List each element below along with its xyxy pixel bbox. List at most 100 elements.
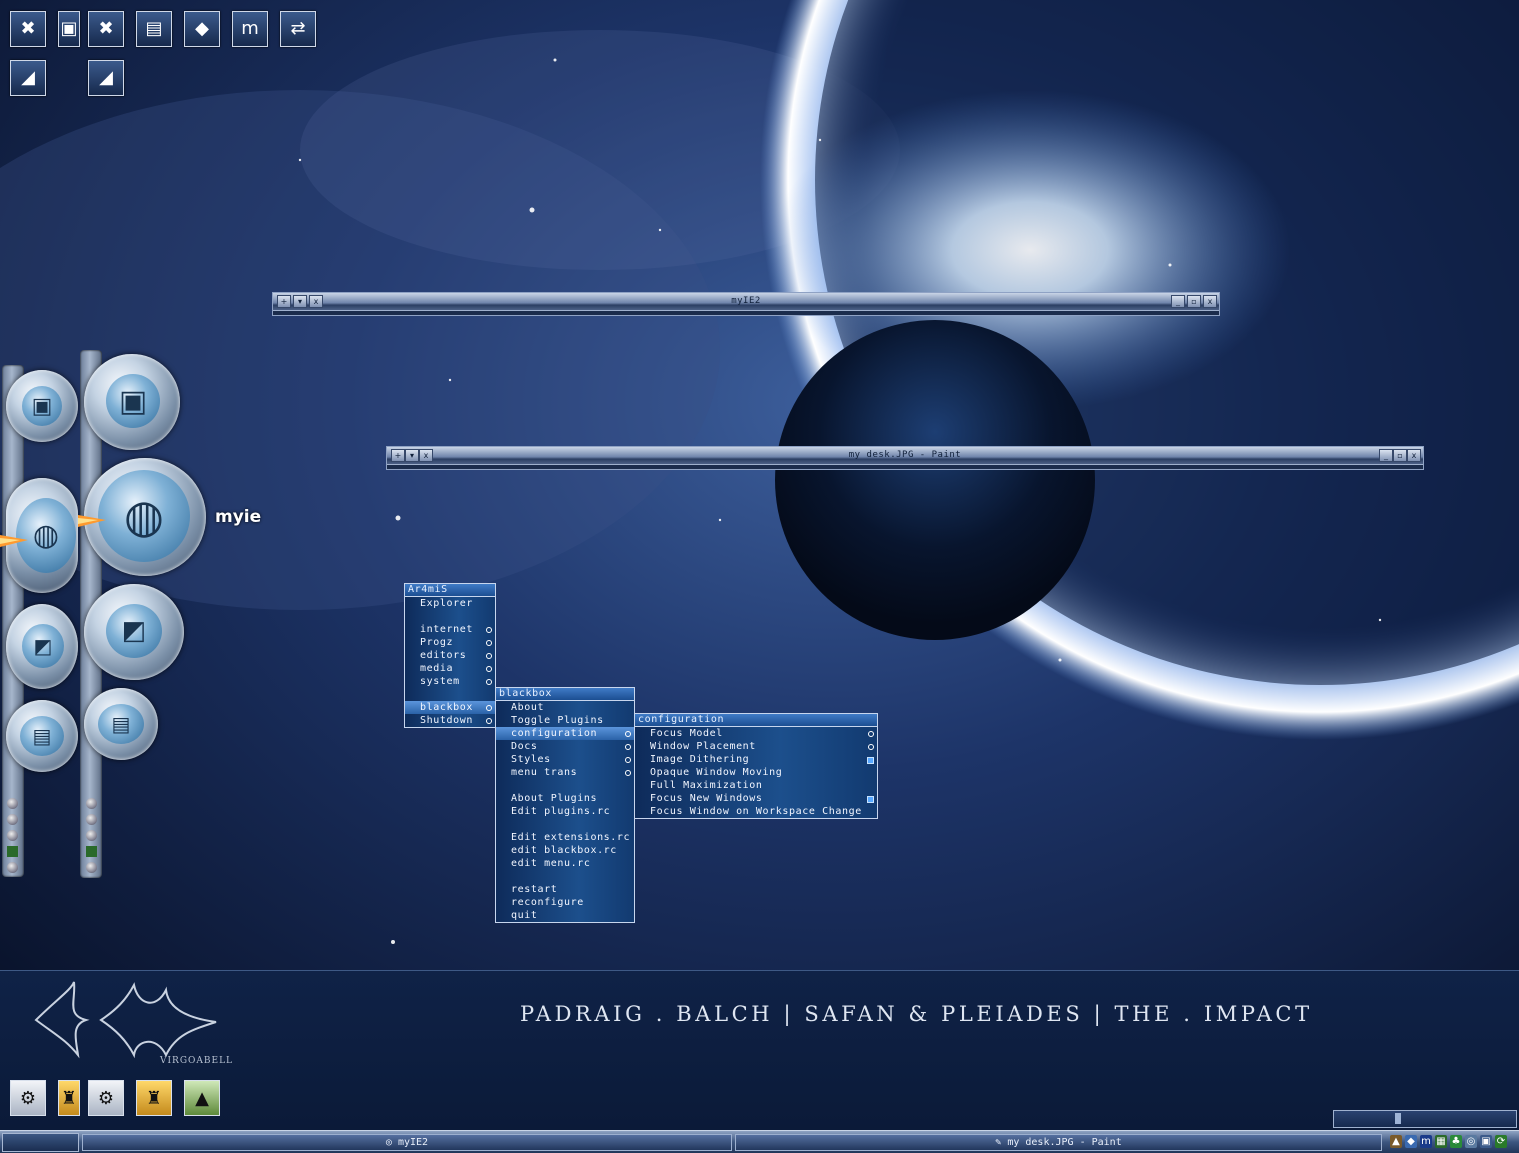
- close-button[interactable]: x: [1203, 295, 1217, 308]
- menu-item-edit-blackbox-rc[interactable]: edit blackbox.rc: [496, 844, 634, 857]
- dolphin-icon[interactable]: ◢: [88, 60, 124, 96]
- volume-slider-knob[interactable]: [1395, 1113, 1401, 1124]
- window-handle[interactable]: [273, 310, 1219, 315]
- clapper-icon: ▤: [98, 704, 144, 744]
- dock-tool-button[interactable]: [86, 814, 97, 825]
- menu-item-editors[interactable]: editors: [405, 649, 495, 662]
- menu-item-edit-menu-rc[interactable]: edit menu.rc: [496, 857, 634, 870]
- counter-strike-icon[interactable]: ♜: [58, 1080, 80, 1116]
- dock-web-button[interactable]: ◩: [6, 604, 78, 689]
- window-dropdown-button[interactable]: ▾: [405, 449, 419, 462]
- menu-item-toggle-plugins[interactable]: Toggle Plugins: [496, 714, 634, 727]
- tray-icon[interactable]: ◎: [1465, 1135, 1477, 1148]
- menu-item-explorer[interactable]: Explorer: [405, 597, 495, 610]
- dock-tool-button[interactable]: [7, 830, 18, 841]
- window-menu-button[interactable]: +: [391, 449, 405, 462]
- tray-icon[interactable]: ▲: [1390, 1135, 1402, 1148]
- menu-item-about-plugins[interactable]: About Plugins: [496, 792, 634, 805]
- xfire-icon[interactable]: ✖: [10, 11, 46, 47]
- sync-icon[interactable]: ⇄: [280, 11, 316, 47]
- window-dropdown-button[interactable]: ▾: [293, 295, 307, 308]
- tray-icon[interactable]: ♣: [1450, 1135, 1462, 1148]
- stone-icon[interactable]: ◆: [184, 11, 220, 47]
- workspace-button[interactable]: [2, 1133, 79, 1152]
- myie2-window[interactable]: myIE2 + ▾ x _ ▫ x: [272, 292, 1220, 316]
- window-close-left-button[interactable]: x: [309, 295, 323, 308]
- menu-item-label: Opaque Window Moving: [650, 767, 783, 778]
- paint-window[interactable]: my desk.JPG - Paint + ▾ x _ ▫ x: [386, 446, 1424, 470]
- menu-item-edit-extensions-rc[interactable]: Edit extensions.rc: [496, 831, 634, 844]
- dock-tool-button[interactable]: [86, 798, 97, 809]
- menu-item-menu-trans[interactable]: menu trans: [496, 766, 634, 779]
- dock-tool-button[interactable]: [7, 862, 18, 873]
- tray-icon[interactable]: ⟳: [1495, 1135, 1507, 1148]
- menu-item-blackbox[interactable]: blackbox: [405, 701, 495, 714]
- minimize-button[interactable]: _: [1379, 449, 1393, 462]
- credits-text: PADRAIG . BALCH | SAFAN & PLEIADES | THE…: [520, 1002, 1313, 1026]
- tray-icon[interactable]: ▦: [1435, 1135, 1447, 1148]
- menu-item-label: configuration: [511, 728, 598, 739]
- menu-item-full-maximization[interactable]: Full Maximization: [635, 779, 877, 792]
- menu-item-internet[interactable]: internet: [405, 623, 495, 636]
- task-label: myIE2: [397, 1137, 429, 1148]
- dock-graph-icon[interactable]: [7, 846, 18, 857]
- dolphin-icon[interactable]: ◢: [10, 60, 46, 96]
- window-menu-button[interactable]: +: [277, 295, 291, 308]
- dock-tool-button[interactable]: [86, 830, 97, 841]
- menu-item-focus-new-windows[interactable]: Focus New Windows: [635, 792, 877, 805]
- menu-item-opaque-window-moving[interactable]: Opaque Window Moving: [635, 766, 877, 779]
- menu-item-shutdown[interactable]: Shutdown: [405, 714, 495, 727]
- illuminati-icon[interactable]: ▲: [184, 1080, 220, 1116]
- dock-web-button[interactable]: ◩: [84, 584, 184, 680]
- close-button[interactable]: x: [1407, 449, 1421, 462]
- menu-item-styles[interactable]: Styles: [496, 753, 634, 766]
- menu-item-focus-window-on-workspace-change[interactable]: Focus Window on Workspace Change: [635, 805, 877, 818]
- taskbar-task-myie2[interactable]: ◎ myIE2: [82, 1134, 732, 1151]
- tray-icon[interactable]: m: [1420, 1135, 1432, 1148]
- tray-icon[interactable]: ▣: [1480, 1135, 1492, 1148]
- dock-tool-button[interactable]: [86, 862, 97, 873]
- network-icon[interactable]: ▤: [136, 11, 172, 47]
- steam-icon[interactable]: ⚙: [88, 1080, 124, 1116]
- dock-tool-button[interactable]: [7, 798, 18, 809]
- xfire-icon[interactable]: ✖: [88, 11, 124, 47]
- menu-title: blackbox: [496, 688, 634, 701]
- menu-item-focus-model[interactable]: Focus Model: [635, 727, 877, 740]
- window-close-left-button[interactable]: x: [419, 449, 433, 462]
- menu-item-progz[interactable]: Progz: [405, 636, 495, 649]
- dock-media-button[interactable]: ▤: [6, 700, 78, 772]
- menu-item-image-dithering[interactable]: Image Dithering: [635, 753, 877, 766]
- menu-item-media[interactable]: media: [405, 662, 495, 675]
- menu-item-quit[interactable]: quit: [496, 909, 634, 922]
- dock-media-button[interactable]: ▤: [84, 688, 158, 760]
- menu-item-docs[interactable]: Docs: [496, 740, 634, 753]
- menu-item-system[interactable]: system: [405, 675, 495, 688]
- menu-item-reconfigure[interactable]: reconfigure: [496, 896, 634, 909]
- menu-item-restart[interactable]: restart: [496, 883, 634, 896]
- taskbar-task-paint[interactable]: ✎ my desk.JPG - Paint: [735, 1134, 1382, 1151]
- dock-monitor-button[interactable]: ▣: [84, 354, 180, 450]
- menu-item-label: Toggle Plugins: [511, 715, 604, 726]
- dock-graph-icon[interactable]: [86, 846, 97, 857]
- menu-item-edit-plugins-rc[interactable]: Edit plugins.rc: [496, 805, 634, 818]
- counter-strike-icon[interactable]: ♜: [136, 1080, 172, 1116]
- menu-item-about[interactable]: About: [496, 701, 634, 714]
- minimize-button[interactable]: _: [1171, 295, 1185, 308]
- dock-tool-button[interactable]: [7, 814, 18, 825]
- my-computer-icon[interactable]: ▣: [58, 11, 80, 47]
- maximize-button[interactable]: ▫: [1187, 295, 1201, 308]
- menu-separator: [496, 779, 634, 792]
- maxthon-icon[interactable]: m: [232, 11, 268, 47]
- menu-item-configuration[interactable]: configuration: [496, 727, 634, 740]
- menu-item-label: Edit extensions.rc: [511, 832, 631, 843]
- menu-item-label: restart: [511, 884, 558, 895]
- volume-slider[interactable]: [1333, 1110, 1517, 1128]
- maximize-button[interactable]: ▫: [1393, 449, 1407, 462]
- menu-item-window-placement[interactable]: Window Placement: [635, 740, 877, 753]
- steam-icon[interactable]: ⚙: [10, 1080, 46, 1116]
- paint-task-icon: ✎: [995, 1137, 1002, 1148]
- window-handle[interactable]: [387, 464, 1423, 469]
- flame-arrow-icon: [0, 535, 28, 547]
- dock-monitor-button[interactable]: ▣: [6, 370, 78, 442]
- tray-icon[interactable]: ◆: [1405, 1135, 1417, 1148]
